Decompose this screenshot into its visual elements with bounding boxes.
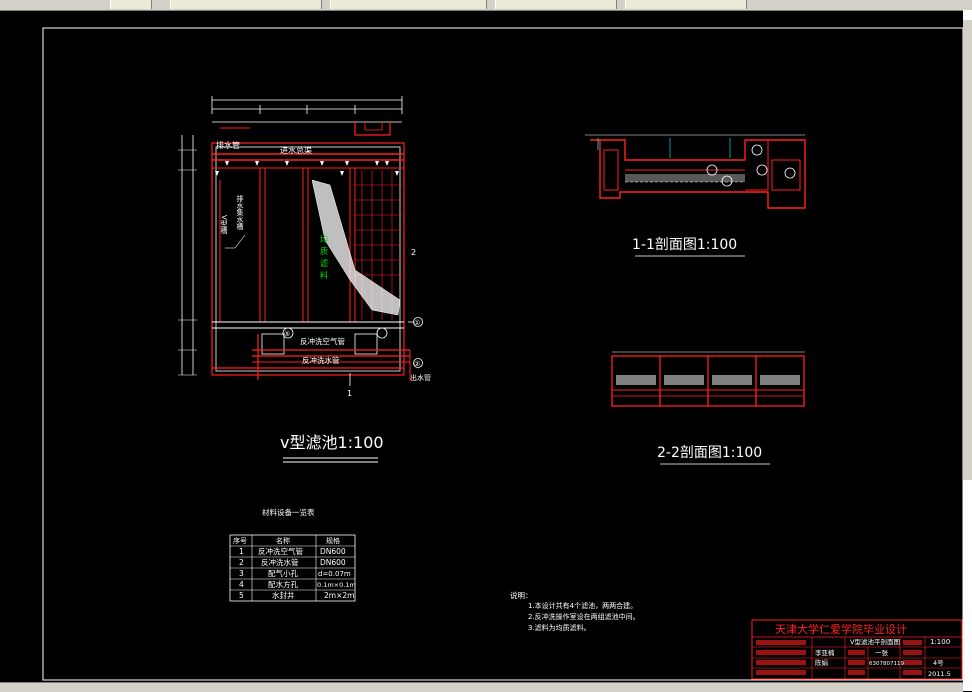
toolbar-segment[interactable]: [625, 0, 747, 9]
label-inlet-header: 进水总渠: [280, 145, 312, 155]
label-v-trough: V型槽: [220, 215, 228, 235]
svg-text:DN600: DN600: [320, 558, 346, 567]
cad-drawing-canvas[interactable]: 排水管 进水总渠 排水集水槽 V型槽 均 质 滤 料 反冲洗空气管 反冲洗水管 …: [0, 10, 963, 682]
toolbar-segment[interactable]: [330, 0, 487, 9]
design-notes: 说明： 1.本设计共有4个滤池，两两合建。 2.反冲洗操作室设在两组滤池中间。 …: [510, 590, 640, 632]
svg-text:反冲洗空气管: 反冲洗空气管: [258, 546, 303, 556]
svg-text:5: 5: [239, 591, 244, 600]
table-row: 3 配气小孔 d=0.07m: [239, 568, 351, 578]
table-row: 1 反冲洗空气管 DN600: [239, 546, 346, 556]
title-block-designer: 李亚楠: [815, 648, 835, 657]
toolbar-segment[interactable]: [110, 0, 152, 9]
svg-text:配水方孔: 配水方孔: [268, 579, 298, 589]
label-air-pipe: 反冲洗空气管: [300, 336, 345, 346]
title-block-student-id: 6307807119: [869, 661, 904, 667]
svg-text:2m×2m: 2m×2m: [324, 591, 354, 600]
plan-title: v型滤池1:100: [280, 433, 384, 452]
section-1-1: [585, 134, 806, 209]
marker-circle-2: ②: [414, 360, 420, 368]
table-row: 5 水封井 2m×2m: [239, 590, 354, 600]
svg-text:0.1m×0.1m: 0.1m×0.1m: [317, 581, 356, 589]
label-drain-pipe: 排水管: [216, 140, 240, 150]
svg-text:DN600: DN600: [320, 547, 346, 556]
label-collector: 排水集水槽: [236, 194, 244, 231]
title-block-reviewer: 陈娟: [815, 658, 828, 667]
vertical-scrollbar[interactable]: [963, 10, 972, 691]
svg-text:均: 均: [320, 234, 328, 244]
table-header-no: 序号: [233, 536, 247, 545]
svg-text:d=0.07m: d=0.07m: [318, 570, 351, 578]
toolbar-segment[interactable]: [495, 0, 617, 9]
svg-text:2: 2: [239, 558, 244, 567]
marker-circle-5: ⑤: [284, 330, 290, 338]
marker-circle-1: ①: [414, 319, 420, 327]
section-2-2: [611, 351, 805, 407]
title-block-date: 2011.5: [928, 670, 951, 678]
table-header-spec: 规格: [326, 536, 340, 545]
table-row: 4 配水方孔 0.1m×0.1m: [239, 579, 356, 589]
title-block-drawing-name: V型滤池平剖面图: [850, 637, 900, 646]
toolbar-segment[interactable]: [170, 0, 322, 9]
svg-text:4: 4: [239, 580, 244, 589]
svg-text:滤: 滤: [320, 258, 328, 268]
svg-text:反冲洗水管: 反冲洗水管: [261, 557, 299, 567]
table-header-name: 名称: [276, 536, 290, 545]
title-block-scale: 1:100: [930, 638, 950, 646]
title-block-sheet: 一张: [875, 648, 889, 657]
svg-text:配气小孔: 配气小孔: [268, 568, 298, 578]
note-line: 1.本设计共有4个滤池，两两合建。: [528, 601, 637, 610]
svg-text:料: 料: [320, 270, 328, 280]
section2-title: 2-2剖面图1:100: [657, 445, 762, 461]
notes-heading: 说明：: [510, 590, 533, 600]
label-water-pipe: 反冲洗水管: [302, 355, 340, 365]
label-media: 均 质 滤 料: [320, 234, 328, 280]
title-block-number: 4号: [933, 659, 944, 667]
svg-text:水封井: 水封井: [272, 590, 295, 600]
drawing-frame: [42, 27, 963, 681]
note-line: 2.反冲洗操作室设在两组滤池中间。: [528, 612, 640, 621]
material-table-title: 材料设备一览表: [262, 507, 315, 517]
title-block-school: 天津大学仁爱学院毕业设计: [775, 622, 907, 636]
cut-mark-2: 2: [411, 248, 416, 257]
svg-text:3: 3: [239, 569, 244, 578]
section1-title: 1-1剖面图1:100: [632, 237, 737, 253]
table-row: 2 反冲洗水管 DN600: [239, 557, 346, 567]
cut-mark-1: 1: [347, 389, 352, 398]
svg-text:1: 1: [239, 547, 244, 556]
note-line: 3.滤料为均质滤料。: [528, 623, 591, 632]
label-outlet-pipe: 出水管: [410, 373, 431, 382]
svg-text:质: 质: [320, 246, 328, 256]
